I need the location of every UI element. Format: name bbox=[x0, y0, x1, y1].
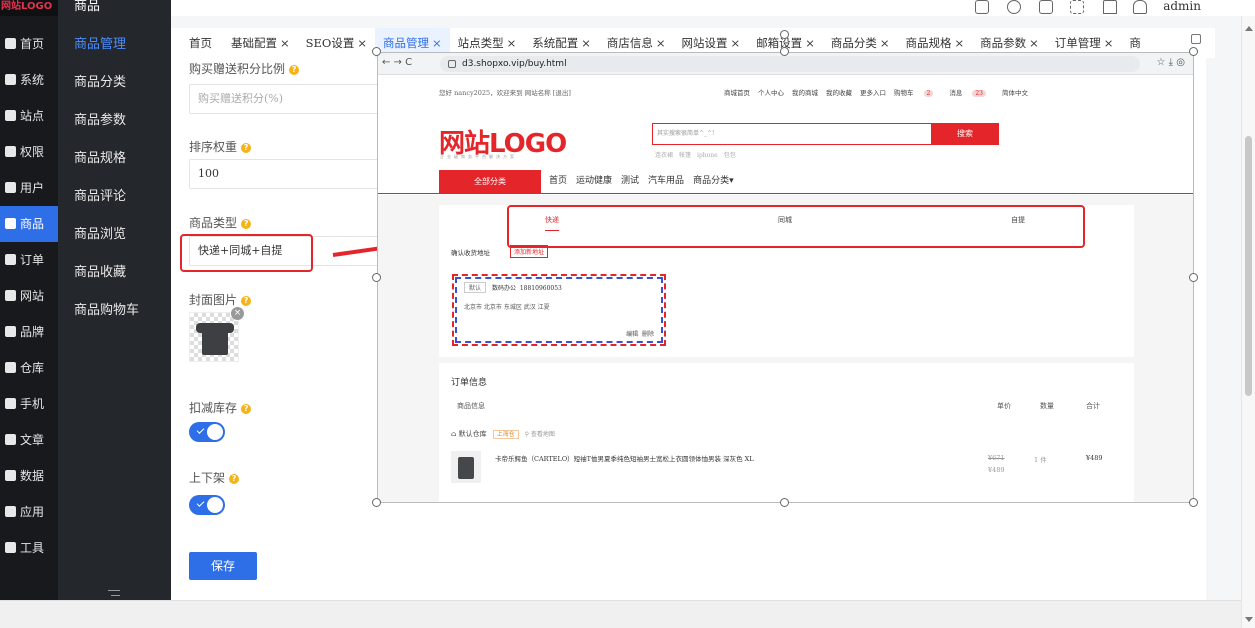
store-menu-item[interactable]: 我的商城 bbox=[792, 89, 818, 97]
col-total: 合计 bbox=[1086, 402, 1100, 410]
delivery-highlight-box bbox=[507, 205, 1085, 248]
col-price: 单价 bbox=[997, 402, 1011, 410]
resize-handle[interactable] bbox=[372, 47, 381, 56]
site-info-icon[interactable] bbox=[448, 60, 456, 68]
warehouse-row: ⌂ 默认仓库 上海仓 ⚲ 查看地图 bbox=[451, 430, 555, 439]
addr-text: 北京市 北京市 东城区 武汉 江夏 bbox=[464, 304, 550, 311]
all-categories-button[interactable]: 全部分类 bbox=[439, 170, 541, 194]
product-image[interactable] bbox=[451, 451, 481, 483]
resize-handle[interactable] bbox=[372, 273, 381, 282]
category-link[interactable]: 汽车用品 bbox=[648, 176, 684, 186]
category-bar: 全部分类 首页 运动健康 测试 汽车用品 商品分类▾ bbox=[378, 170, 1193, 194]
msg-link[interactable]: 消息 23 bbox=[949, 89, 994, 97]
line-total: ¥489 bbox=[1086, 454, 1103, 462]
view-map-link[interactable]: ⚲ 查看地图 bbox=[525, 431, 555, 438]
order-card: 订单信息 商品信息 单价 数量 合计 ⌂ 默认仓库 上海仓 ⚲ 查看地图 卡帝乐鳄鱼… bbox=[439, 363, 1134, 502]
store-menu-item[interactable]: 商城首页 bbox=[724, 89, 750, 97]
store-menu-item[interactable]: 购物车 bbox=[894, 89, 914, 97]
col-qty: 数量 bbox=[1040, 402, 1054, 410]
hot-keyword[interactable]: 连衣裙 bbox=[655, 152, 673, 159]
rotate-handle[interactable] bbox=[780, 30, 789, 39]
addr-name: 数码办公 bbox=[492, 285, 517, 292]
store-slogan: 企业级商务平台解决方案 bbox=[440, 154, 517, 159]
resize-handle[interactable] bbox=[1189, 273, 1198, 282]
resize-handle[interactable] bbox=[780, 498, 789, 507]
hot-keywords: 连衣裙 帐篷 iphone 包包 bbox=[655, 150, 742, 159]
address-title: 确认收货地址 bbox=[451, 249, 490, 257]
hot-keyword[interactable]: 包包 bbox=[724, 152, 736, 159]
price-old: ¥671 bbox=[988, 454, 1005, 462]
resize-handle[interactable] bbox=[1189, 498, 1198, 507]
category-link[interactable]: 测试 bbox=[621, 176, 639, 186]
resize-handle[interactable] bbox=[372, 498, 381, 507]
category-link[interactable]: 运动健康 bbox=[576, 176, 612, 186]
store-search-input[interactable]: 其实搜索很简单^_^! bbox=[652, 123, 932, 145]
price-new: ¥489 bbox=[988, 466, 1005, 474]
delete-link[interactable]: 删除 bbox=[642, 331, 654, 338]
product-name[interactable]: 卡帝乐鳄鱼（CARTELO）短袖T恤男夏季纯色短袖男士宽松上衣圆领体恤男装 深灰… bbox=[495, 453, 754, 463]
category-link[interactable]: 首页 bbox=[549, 176, 567, 186]
embedded-screenshot[interactable]: ← → C d3.shopxo.vip/buy.html ☆ ⤓ ◎ 您好 na… bbox=[377, 52, 1194, 503]
quantity: 1 件 bbox=[1034, 456, 1047, 464]
order-title: 订单信息 bbox=[451, 378, 488, 388]
col-goods: 商品信息 bbox=[457, 402, 485, 410]
language-select[interactable]: 简体中文 bbox=[1002, 89, 1028, 97]
default-tag: 默认 bbox=[464, 282, 487, 293]
browser-actions-icons[interactable]: ☆ ⤓ ◎ bbox=[1157, 57, 1185, 68]
bottom-bar bbox=[0, 600, 1241, 628]
browser-bar: ← → C d3.shopxo.vip/buy.html ☆ ⤓ ◎ bbox=[378, 53, 1193, 75]
address-bar[interactable]: d3.shopxo.vip/buy.html bbox=[440, 56, 1140, 72]
addr-phone: 18810960053 bbox=[519, 285, 562, 292]
cart-count-badge: 2 bbox=[923, 90, 934, 97]
resize-handle[interactable] bbox=[780, 47, 789, 56]
hot-keyword[interactable]: 帐篷 bbox=[679, 152, 691, 159]
hot-keyword[interactable]: iphone bbox=[697, 152, 718, 159]
category-link[interactable]: 商品分类▾ bbox=[693, 176, 734, 186]
edit-link[interactable]: 编辑 bbox=[626, 331, 638, 338]
browser-nav-icons[interactable]: ← → C bbox=[382, 57, 412, 68]
resize-handle[interactable] bbox=[1189, 47, 1198, 56]
welcome-text: 您好 nancy2025，欢迎来到 网站名称 [退出] bbox=[439, 89, 571, 97]
vertical-scrollbar[interactable] bbox=[1241, 16, 1255, 628]
store-search-button[interactable]: 搜索 bbox=[931, 123, 999, 145]
store-menu-item[interactable]: 个人中心 bbox=[758, 89, 784, 97]
scroll-thumb[interactable] bbox=[1245, 136, 1252, 396]
store-menu-item[interactable]: 我的收藏 bbox=[826, 89, 852, 97]
store-menu-item[interactable]: 更多入口 bbox=[860, 89, 886, 97]
address-envelope[interactable]: 默认 数码办公 18810960053 北京市 北京市 东城区 武汉 江夏 编辑 … bbox=[452, 274, 666, 346]
store-top-menu: 商城首页 个人中心 我的商城 我的收藏 更多入口 购物车 2 消息 23 简体中文 bbox=[724, 87, 1036, 97]
